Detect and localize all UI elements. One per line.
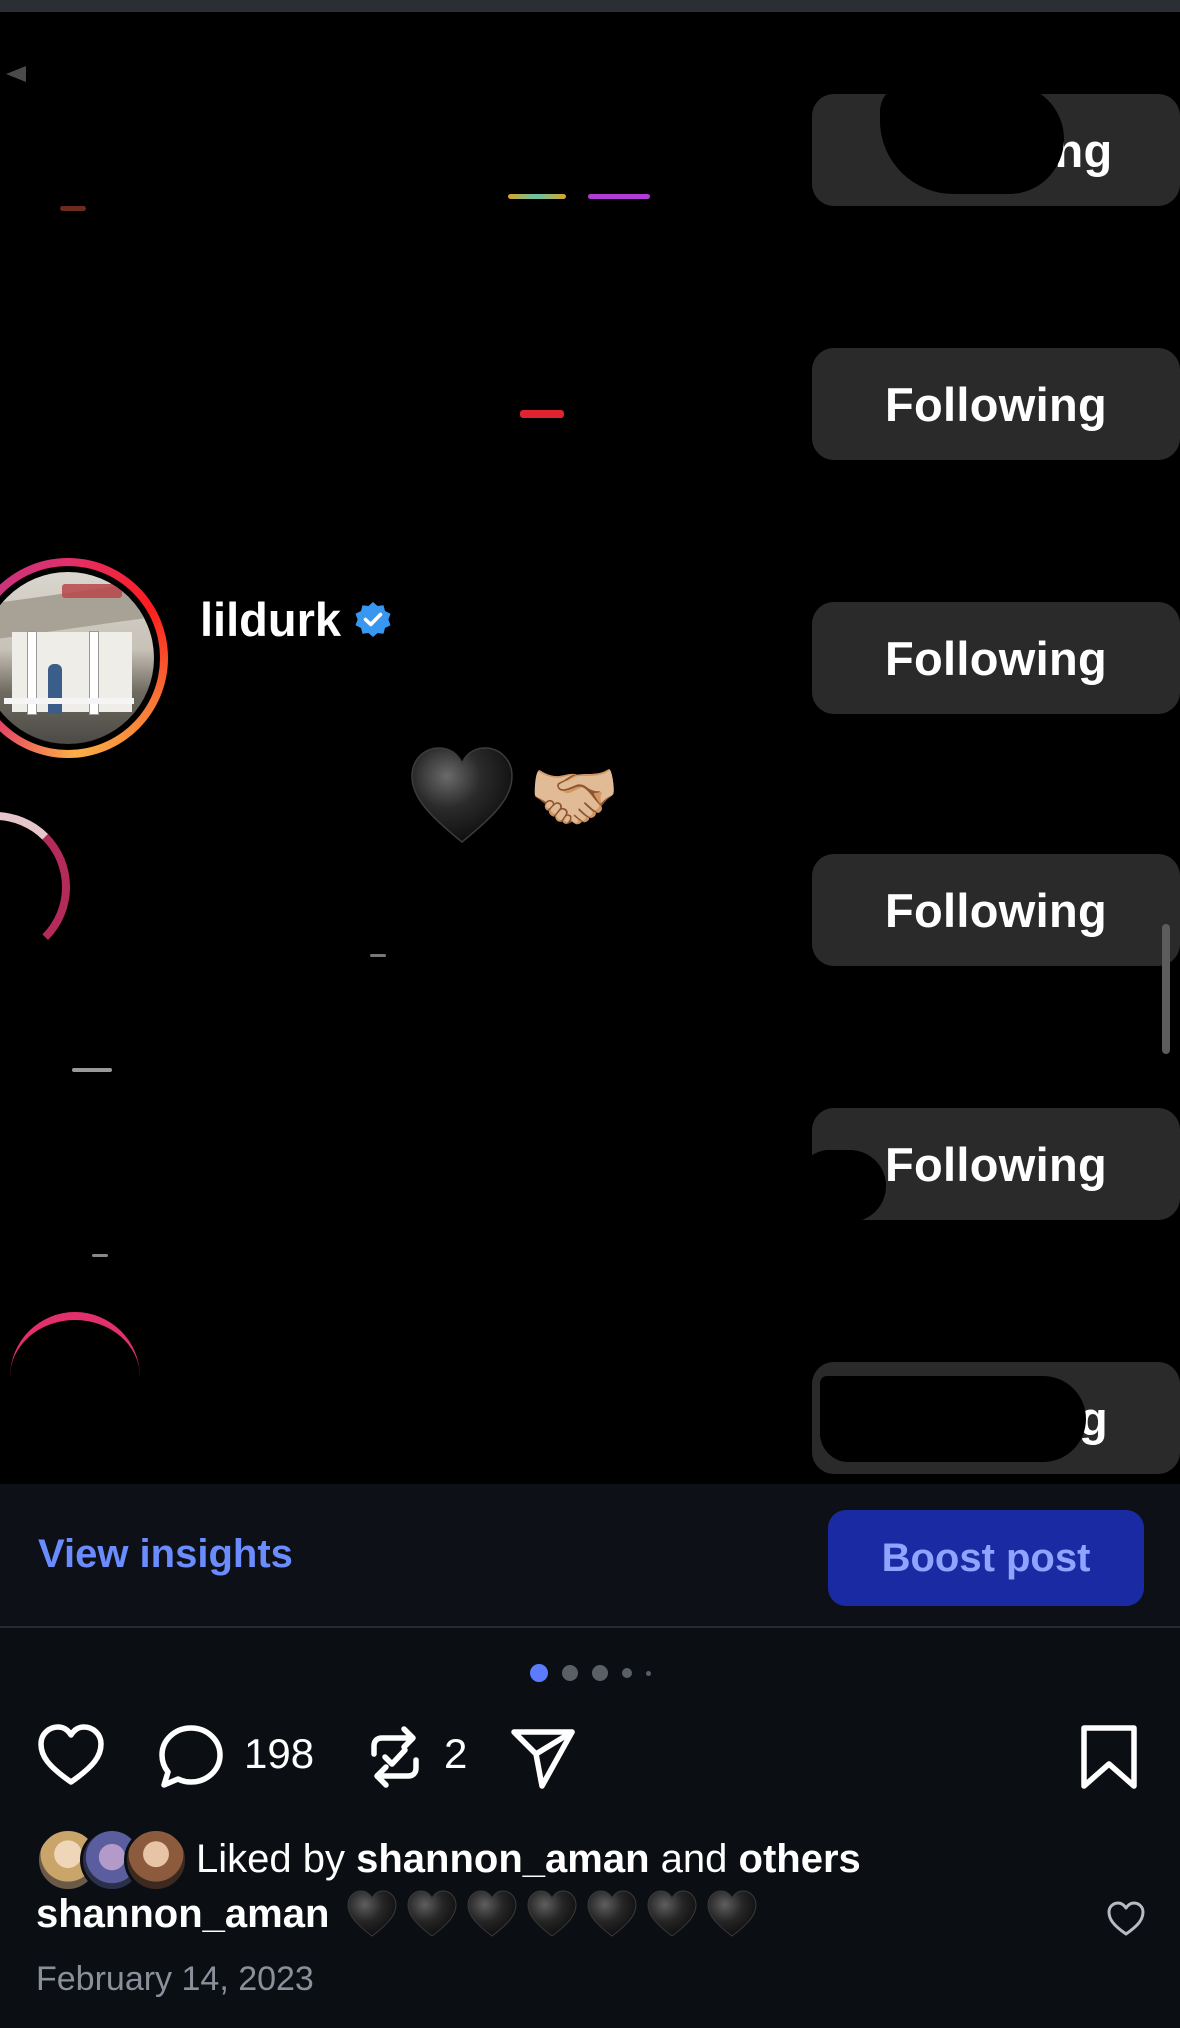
carousel-dot bbox=[561, 1665, 578, 1681]
liked-by-user[interactable]: shannon_aman bbox=[356, 1837, 649, 1881]
following-button[interactable]: Following bbox=[812, 854, 1180, 966]
post-image[interactable]: ollowing Following Following Following F… bbox=[0, 0, 1180, 1484]
back-arrow-icon bbox=[6, 66, 26, 82]
insights-bar: View insights Boost post bbox=[0, 1484, 1180, 1628]
heart-outline-icon[interactable] bbox=[36, 1722, 106, 1792]
boost-post-label: Boost post bbox=[881, 1535, 1091, 1580]
repost-icon[interactable] bbox=[360, 1722, 430, 1792]
following-button[interactable]: Following bbox=[812, 602, 1180, 714]
action-row: 198 2 bbox=[0, 1718, 1180, 1794]
profile-avatar[interactable] bbox=[0, 558, 168, 758]
liked-by-prefix: Liked by bbox=[196, 1836, 345, 1881]
black-heart-emoji bbox=[647, 1890, 697, 1937]
caption-row: shannon_aman bbox=[36, 1890, 1146, 1938]
black-heart-emoji bbox=[707, 1890, 757, 1937]
following-label: Following bbox=[885, 631, 1107, 685]
black-heart-emoji bbox=[527, 1890, 577, 1937]
image-artifact bbox=[508, 194, 566, 199]
caption-like-heart-icon[interactable] bbox=[1106, 1900, 1146, 1938]
profile-username: lildurk bbox=[200, 593, 342, 646]
carousel-dot bbox=[621, 1668, 632, 1678]
profile-username-row[interactable]: lildurk bbox=[200, 592, 393, 647]
liked-by-text: Liked by shannon_aman and others bbox=[196, 1837, 861, 1882]
boost-post-button[interactable]: Boost post bbox=[828, 1510, 1144, 1606]
carousel-dot bbox=[645, 1670, 651, 1676]
black-heart-emoji bbox=[411, 747, 513, 843]
carousel-dot bbox=[591, 1665, 608, 1681]
liker-avatars bbox=[36, 1828, 188, 1892]
image-artifact bbox=[520, 410, 564, 418]
image-artifact bbox=[92, 1254, 108, 1257]
black-heart-emoji bbox=[407, 1890, 457, 1937]
black-heart-emoji bbox=[467, 1890, 517, 1937]
partial-avatar bbox=[10, 1312, 140, 1442]
verified-badge-icon bbox=[355, 601, 391, 637]
caption-username[interactable]: shannon_aman bbox=[36, 1892, 329, 1937]
bookmark-icon[interactable] bbox=[1074, 1722, 1144, 1792]
scroll-indicator bbox=[1162, 924, 1170, 1054]
redaction bbox=[820, 1376, 1086, 1462]
liker-avatar bbox=[124, 1828, 188, 1892]
image-artifact bbox=[60, 206, 86, 211]
following-button[interactable]: Following bbox=[812, 348, 1180, 460]
handshake-emoji: 🤝🏼 bbox=[528, 755, 621, 838]
paper-plane-icon[interactable] bbox=[508, 1722, 578, 1792]
liked-by-joiner: and bbox=[660, 1836, 728, 1881]
caption-text bbox=[347, 1890, 757, 1938]
liked-by-row[interactable]: Liked by shannon_aman and others bbox=[36, 1828, 861, 1892]
view-insights-link[interactable]: View insights bbox=[38, 1532, 293, 1577]
post-date: February 14, 2023 bbox=[36, 1960, 314, 1998]
carousel-dot-active bbox=[529, 1664, 548, 1682]
comment-bubble-icon[interactable] bbox=[156, 1722, 226, 1792]
redaction bbox=[800, 1150, 886, 1222]
black-heart-emoji bbox=[347, 1890, 397, 1937]
redaction bbox=[880, 84, 1064, 194]
partial-avatar bbox=[0, 812, 70, 962]
top-divider bbox=[0, 0, 1180, 12]
liked-by-others[interactable]: others bbox=[739, 1837, 861, 1881]
avatar-photo bbox=[0, 572, 154, 744]
image-artifact bbox=[72, 1068, 112, 1072]
comment-count: 198 bbox=[244, 1730, 315, 1777]
following-label: Following bbox=[885, 883, 1107, 937]
image-artifact bbox=[588, 194, 650, 199]
carousel-dots bbox=[0, 1664, 1180, 1682]
image-artifact bbox=[370, 954, 386, 957]
following-label: Following bbox=[885, 1137, 1107, 1191]
following-label: Following bbox=[885, 377, 1107, 431]
black-heart-emoji bbox=[587, 1890, 637, 1937]
repost-count: 2 bbox=[444, 1730, 468, 1777]
